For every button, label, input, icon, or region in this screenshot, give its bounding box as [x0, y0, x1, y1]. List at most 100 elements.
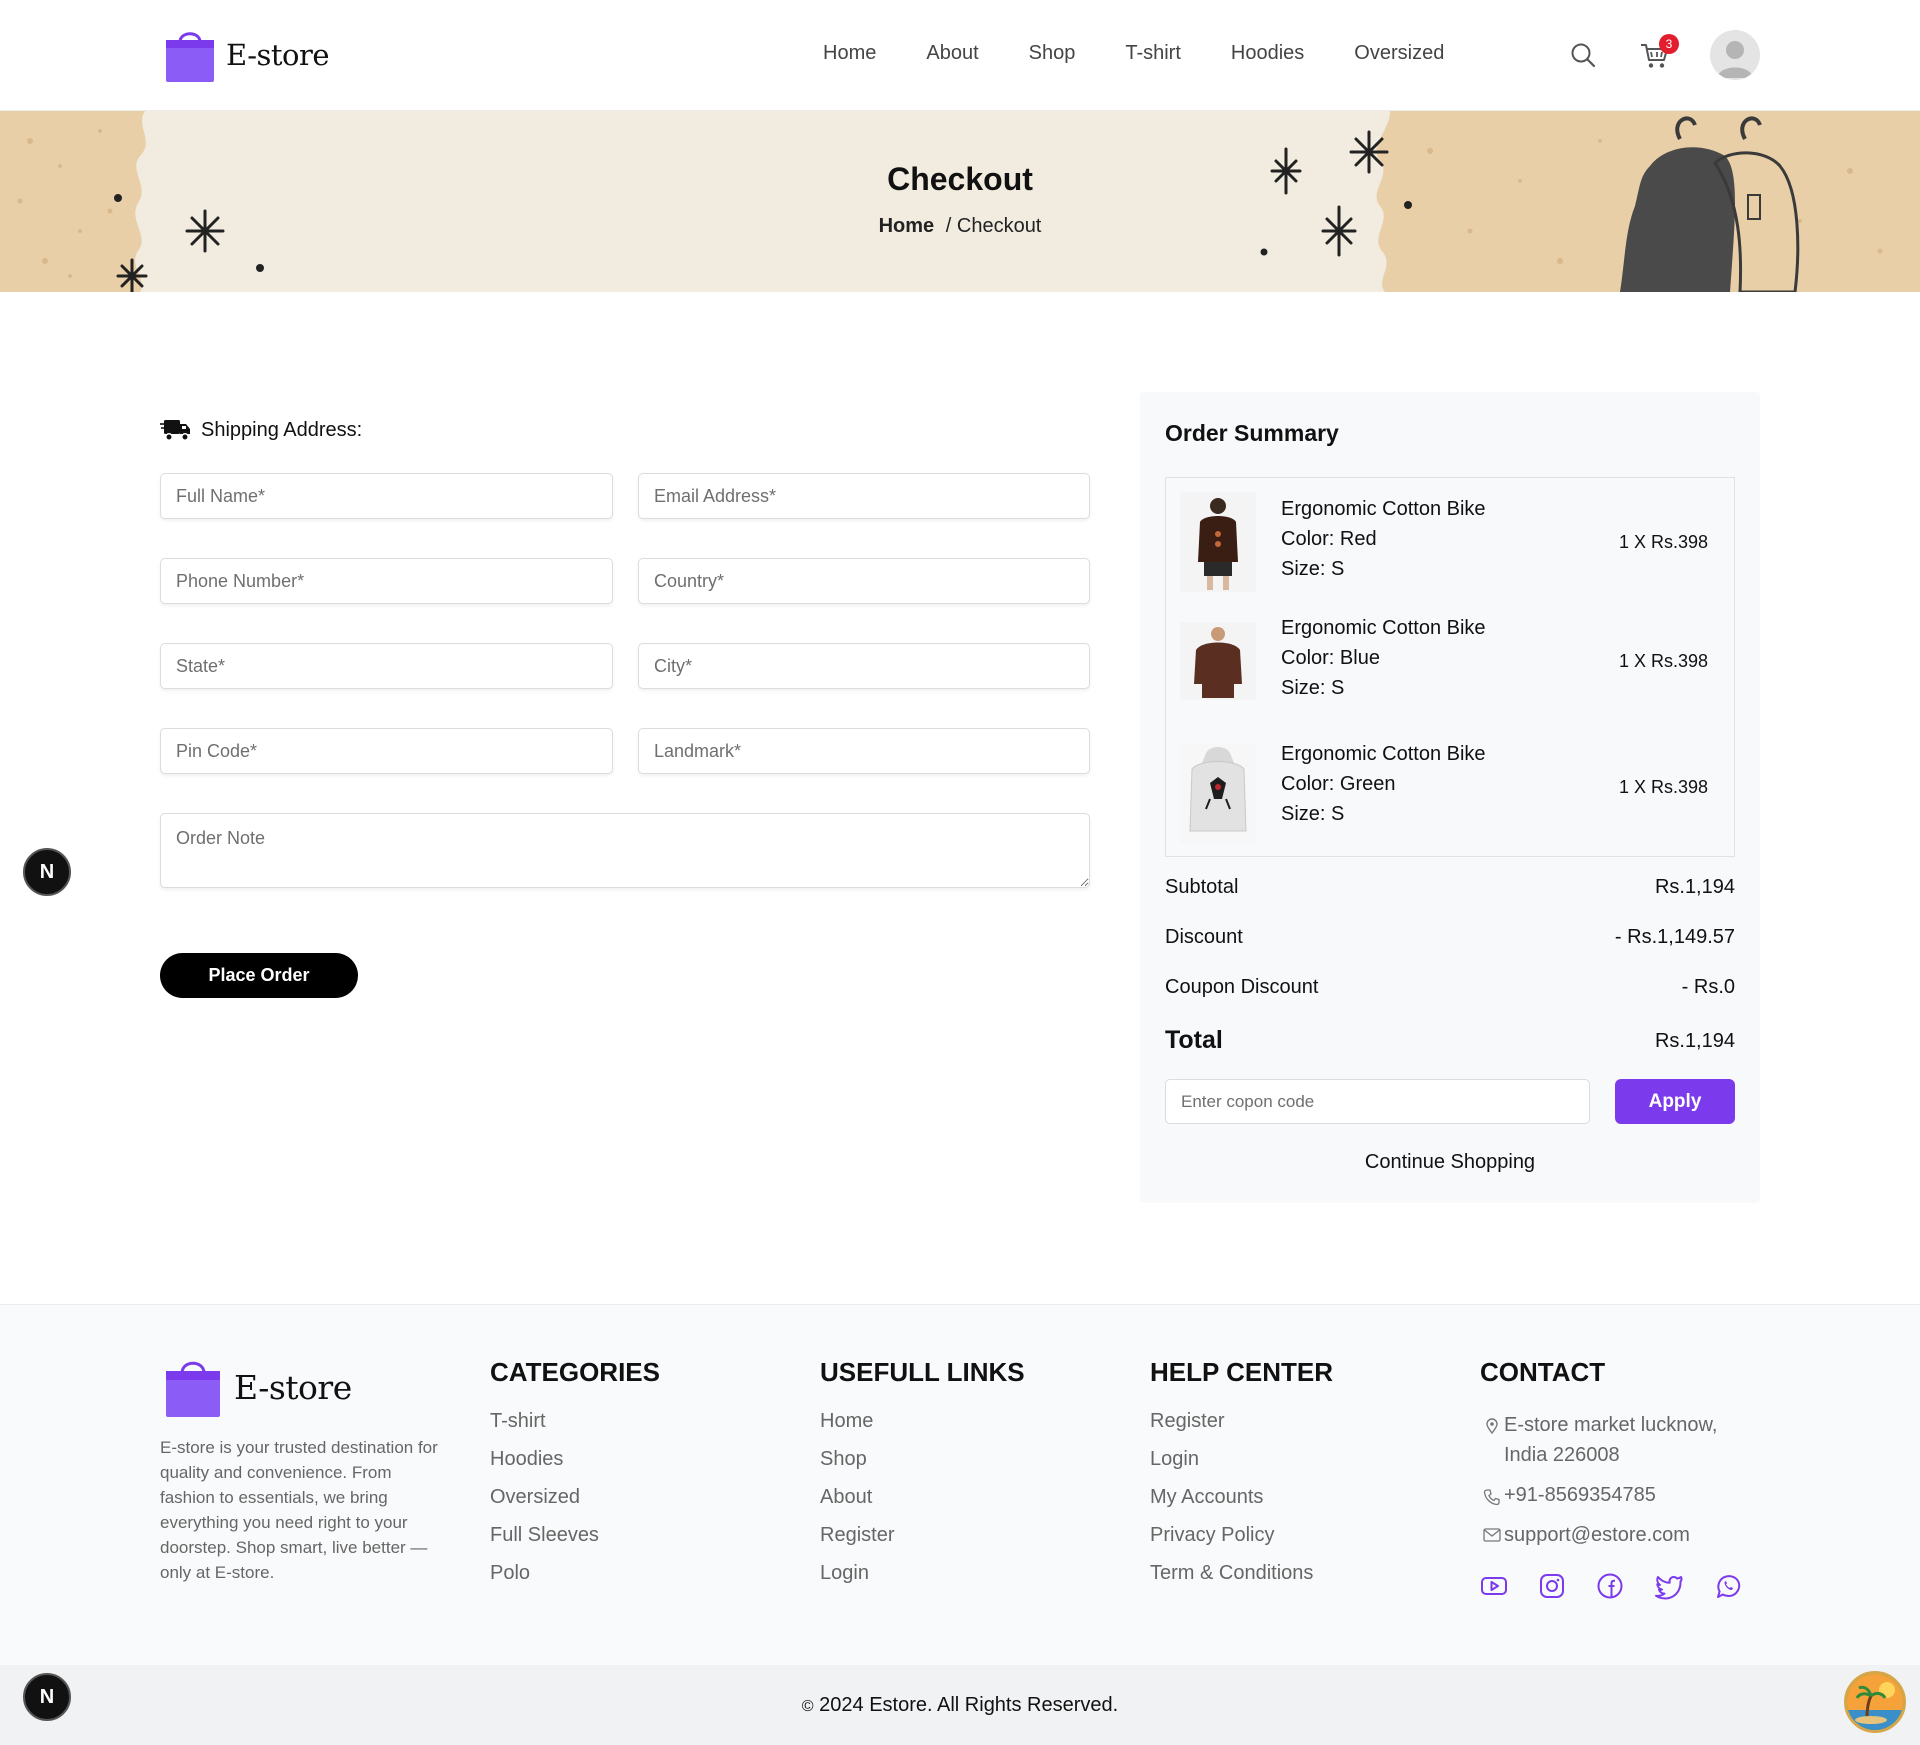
- email-address: support@estore.com: [1504, 1524, 1690, 1546]
- footer-link-home[interactable]: Home: [820, 1410, 1025, 1433]
- order-note-textarea[interactable]: [160, 813, 1090, 888]
- item-color: Color: Green: [1281, 773, 1396, 795]
- floating-extension-icon[interactable]: [1844, 1671, 1906, 1733]
- coupon-discount-value: - Rs.0: [1681, 976, 1735, 998]
- shipping-heading-text: Shipping Address:: [201, 418, 363, 441]
- footer-link-register[interactable]: Register: [820, 1524, 1025, 1547]
- footer-categories-heading: CATEGORIES: [490, 1357, 660, 1387]
- nav-about[interactable]: About: [926, 42, 978, 65]
- footer-link-full-sleeves[interactable]: Full Sleeves: [490, 1524, 660, 1547]
- twitter-icon[interactable]: [1654, 1572, 1684, 1600]
- instagram-icon[interactable]: [1538, 1572, 1566, 1600]
- nav-oversized[interactable]: Oversized: [1354, 42, 1444, 65]
- footer-logo[interactable]: E-store: [164, 1357, 352, 1417]
- shopping-bag-icon: [166, 32, 214, 82]
- banner-decoration: [0, 111, 1920, 292]
- cart-count-badge: 3: [1659, 34, 1679, 54]
- footer-help-heading: HELP CENTER: [1150, 1357, 1333, 1387]
- item-name: Ergonomic Cotton Bike: [1281, 743, 1486, 765]
- total-label: Total: [1165, 1026, 1223, 1054]
- breadcrumb-home[interactable]: Home: [879, 215, 935, 237]
- state-input[interactable]: [160, 643, 613, 689]
- coupon-code-input[interactable]: [1165, 1079, 1590, 1124]
- main-nav: Home About Shop T-shirt Hoodies Oversize…: [823, 42, 1494, 65]
- pin-code-input[interactable]: [160, 728, 613, 774]
- contact-phone[interactable]: +91-8569354785: [1480, 1480, 1760, 1510]
- breadcrumb: Home / Checkout: [0, 215, 1920, 238]
- item-quantity-price: 1 X Rs.398: [1618, 777, 1708, 797]
- youtube-icon[interactable]: [1480, 1572, 1508, 1600]
- footer-link-privacy-policy[interactable]: Privacy Policy: [1150, 1524, 1333, 1547]
- footer-link-shop[interactable]: Shop: [820, 1448, 1025, 1471]
- footer-link-terms[interactable]: Term & Conditions: [1150, 1562, 1333, 1585]
- footer-description: E-store is your trusted destination for …: [160, 1438, 438, 1582]
- place-order-button[interactable]: Place Order: [160, 953, 358, 998]
- footer-useful-links: USEFULL LINKS Home Shop About Register L…: [820, 1357, 1025, 1600]
- footer-link-hoodies[interactable]: Hoodies: [490, 1448, 660, 1471]
- item-name: Ergonomic Cotton Bike: [1281, 498, 1486, 520]
- item-name: Ergonomic Cotton Bike: [1281, 617, 1486, 639]
- footer-categories: CATEGORIES T-shirt Hoodies Oversized Ful…: [490, 1357, 660, 1600]
- address-line-2: India 226008: [1504, 1444, 1620, 1466]
- copyright-symbol: ©: [801, 1698, 814, 1715]
- user-avatar[interactable]: [1710, 30, 1760, 80]
- email-input[interactable]: [638, 473, 1090, 519]
- product-image: [1180, 492, 1256, 592]
- breadcrumb-separator: /: [945, 215, 952, 237]
- cart-item: Ergonomic Cotton Bike Color: Red Size: S…: [1166, 492, 1736, 602]
- copyright-text: 2024 Estore. All Rights Reserved.: [819, 1694, 1119, 1716]
- copyright-bar: © 2024 Estore. All Rights Reserved.: [0, 1665, 1920, 1745]
- footer-contact-heading: CONTACT: [1480, 1357, 1606, 1387]
- phone-number: +91-8569354785: [1504, 1484, 1656, 1506]
- site-header: E-store Home About Shop T-shirt Hoodies …: [0, 0, 1920, 111]
- dev-tools-badge[interactable]: N: [23, 1673, 71, 1721]
- subtotal-value: Rs.1,194: [1654, 876, 1735, 898]
- page-banner: Checkout Home / Checkout: [0, 111, 1920, 292]
- location-pin-icon: [1486, 1418, 1498, 1434]
- contact-address: E-store market lucknow, India 226008: [1480, 1410, 1760, 1470]
- facebook-icon[interactable]: [1596, 1572, 1624, 1600]
- item-color: Color: Red: [1281, 528, 1377, 550]
- contact-email[interactable]: support@estore.com: [1480, 1520, 1760, 1550]
- nav-hoodies[interactable]: Hoodies: [1231, 42, 1304, 65]
- nav-shop[interactable]: Shop: [1029, 42, 1076, 65]
- full-name-input[interactable]: [160, 473, 613, 519]
- order-summary: Order Summary Ergonomic Cotton Bike Colo…: [1140, 392, 1760, 1203]
- shopping-bag-icon: [166, 1361, 220, 1417]
- product-image: [1180, 622, 1256, 700]
- footer-link-help-login[interactable]: Login: [1150, 1448, 1333, 1471]
- page-title: Checkout: [887, 161, 1033, 197]
- product-thumbnail[interactable]: [1180, 743, 1256, 843]
- footer-useful-heading: USEFULL LINKS: [820, 1357, 1025, 1387]
- footer-link-login[interactable]: Login: [820, 1562, 1025, 1585]
- nav-tshirt[interactable]: T-shirt: [1125, 42, 1181, 65]
- total-value: Rs.1,194: [1654, 1030, 1735, 1052]
- continue-shopping-link[interactable]: Continue Shopping: [1140, 1151, 1760, 1174]
- subtotal-label: Subtotal: [1165, 876, 1239, 898]
- site-footer: E-store E-store is your trusted destinat…: [0, 1304, 1920, 1665]
- coupon-discount-label: Coupon Discount: [1165, 976, 1319, 998]
- product-thumbnail[interactable]: [1180, 492, 1256, 592]
- site-logo[interactable]: E-store: [164, 28, 330, 82]
- search-icon[interactable]: [1570, 42, 1596, 68]
- footer-link-my-accounts[interactable]: My Accounts: [1150, 1486, 1333, 1509]
- footer-link-polo[interactable]: Polo: [490, 1562, 660, 1585]
- phone-input[interactable]: [160, 558, 613, 604]
- footer-link-about[interactable]: About: [820, 1486, 1025, 1509]
- whatsapp-icon[interactable]: [1714, 1572, 1742, 1600]
- item-quantity-price: 1 X Rs.398: [1618, 651, 1708, 671]
- city-input[interactable]: [638, 643, 1090, 689]
- country-input[interactable]: [638, 558, 1090, 604]
- footer-link-tshirt[interactable]: T-shirt: [490, 1410, 660, 1433]
- footer-link-help-register[interactable]: Register: [1150, 1410, 1333, 1433]
- apply-coupon-button[interactable]: Apply: [1615, 1079, 1735, 1124]
- product-thumbnail[interactable]: [1180, 622, 1256, 700]
- dev-tools-badge[interactable]: N: [23, 848, 71, 896]
- footer-logo-text: E-store: [234, 1367, 352, 1407]
- item-color: Color: Blue: [1281, 647, 1380, 669]
- item-quantity-price: 1 X Rs.398: [1618, 532, 1708, 552]
- product-image: [1180, 743, 1256, 843]
- nav-home[interactable]: Home: [823, 42, 876, 65]
- landmark-input[interactable]: [638, 728, 1090, 774]
- footer-link-oversized[interactable]: Oversized: [490, 1486, 660, 1509]
